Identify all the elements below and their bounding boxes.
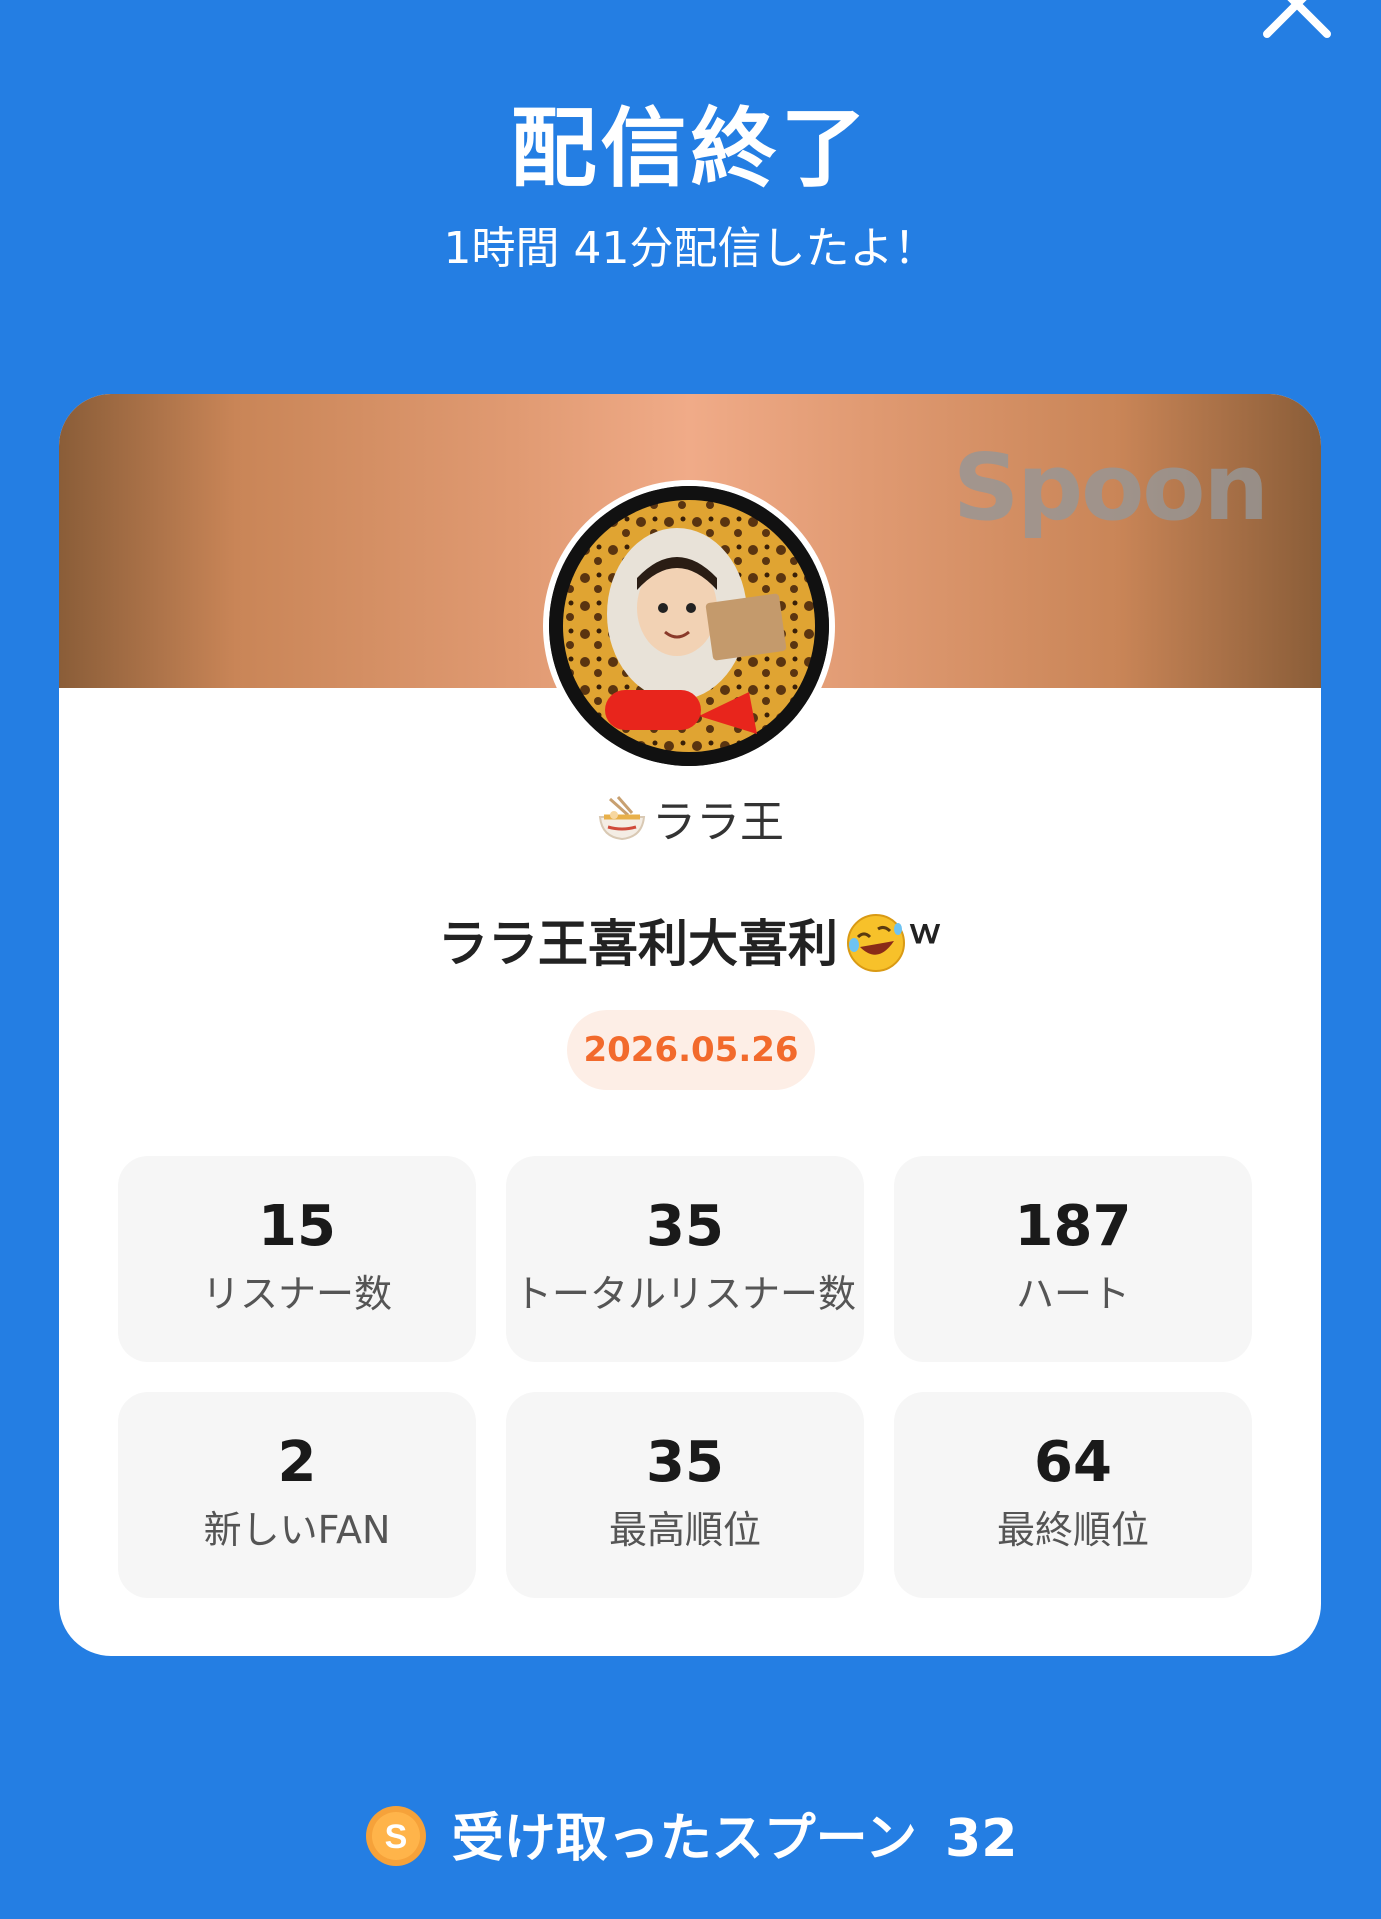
live-ended-screen: 配信終了 1時間 41分配信したよ！ Spoon ララ王 ララ王喜利大喜利 ｗ …	[0, 0, 1381, 1919]
close-icon	[1263, 0, 1331, 38]
live-title-text: ララ王喜利大喜利	[438, 915, 838, 973]
duration-text: 1時間 41分配信したよ！	[443, 223, 938, 274]
ramen-bowl-icon	[596, 793, 648, 845]
received-count: 32	[945, 1809, 1018, 1869]
stats-grid: 15 リスナー数 35 トータルリスナー数 187 ハート 2 新しいFAN 3…	[118, 1156, 1262, 1598]
stat-label: 新しいFAN	[203, 1508, 391, 1552]
avatar-image	[549, 486, 829, 766]
stat-value: 2	[277, 1430, 317, 1495]
host-info[interactable]: ララ王	[59, 786, 1321, 850]
received-label: 受け取ったスプーン	[451, 1809, 918, 1869]
rofl-emoji-icon	[844, 911, 908, 975]
stat-listeners: 15 リスナー数	[118, 1156, 476, 1362]
stat-value: 35	[646, 1430, 724, 1495]
page-title: 配信終了	[510, 99, 871, 199]
stat-label: 最終順位	[996, 1508, 1149, 1552]
close-button[interactable]	[1253, 0, 1341, 48]
stat-label: リスナー数	[201, 1272, 392, 1316]
stat-total-listeners: 35 トータルリスナー数	[506, 1156, 864, 1362]
host-avatar[interactable]	[543, 480, 835, 772]
stat-new-fans: 2 新しいFAN	[118, 1392, 476, 1598]
spoon-watermark: Spoon	[952, 434, 1269, 541]
coin-glyph: S	[384, 1818, 407, 1856]
received-spoons: S 受け取ったスプーン 32	[0, 1796, 1381, 1871]
live-title-suffix: ｗ	[908, 912, 942, 952]
stat-highest-rank: 35 最高順位	[506, 1392, 864, 1598]
stat-final-rank: 64 最終順位	[894, 1392, 1252, 1598]
live-title: ララ王喜利大喜利 ｗ	[59, 904, 1321, 976]
stat-value: 187	[1014, 1194, 1132, 1259]
stat-value: 35	[646, 1194, 724, 1259]
stat-value: 15	[258, 1194, 336, 1259]
stat-label: 最高順位	[608, 1508, 761, 1552]
stat-value: 64	[1034, 1430, 1112, 1495]
spoon-coin-icon: S	[364, 1804, 428, 1868]
date-badge: 2026.05.26	[567, 1010, 815, 1090]
host-name: ララ王	[652, 797, 784, 848]
stat-label: トータルリスナー数	[513, 1272, 856, 1316]
summary-card: Spoon ララ王 ララ王喜利大喜利 ｗ 2026.05.26 15 リスナー数…	[59, 394, 1321, 1656]
stat-hearts: 187 ハート	[894, 1156, 1252, 1362]
stat-label: ハート	[1015, 1272, 1130, 1316]
